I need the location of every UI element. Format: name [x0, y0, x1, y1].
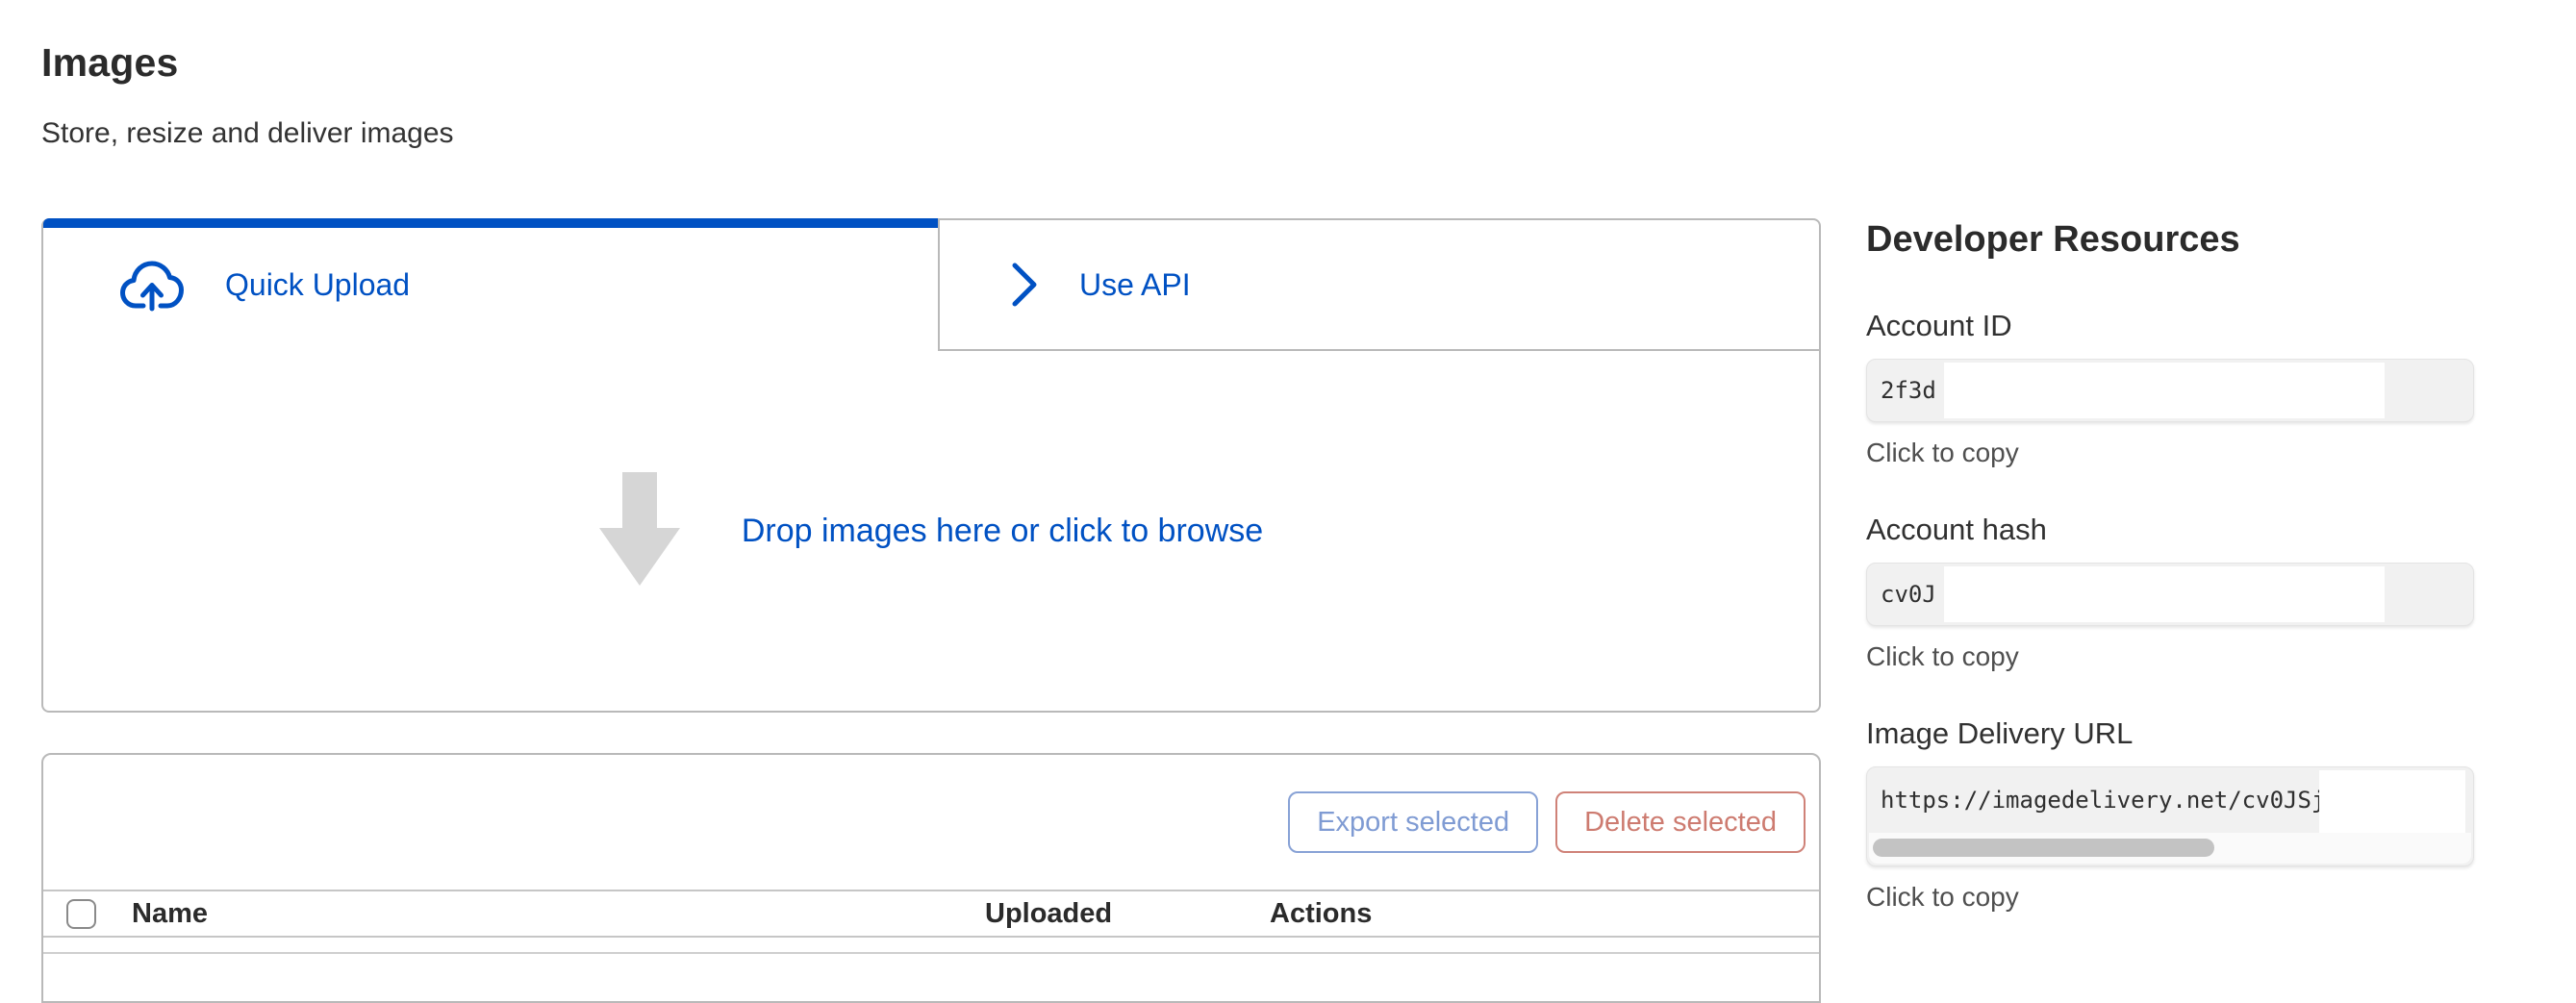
image-delivery-url-label: Image Delivery URL — [1866, 716, 2474, 751]
dropzone-label: Drop images here or click to browse — [742, 513, 1263, 550]
tab-quick-upload-label: Quick Upload — [225, 267, 410, 303]
account-id-value: 2f3d — [1867, 377, 1936, 404]
tab-use-api[interactable]: Use API — [938, 218, 1821, 351]
upload-dropzone[interactable]: Drop images here or click to browse — [41, 351, 1821, 713]
developer-resources-panel: Developer Resources Account ID 2f3d Clic… — [1866, 219, 2474, 957]
table-toolbar: Export selected Delete selected — [43, 755, 1819, 890]
account-hash-value: cv0J — [1867, 581, 1936, 608]
chevron-right-icon — [1010, 261, 1039, 309]
page-title: Images — [41, 40, 179, 86]
account-hash-field[interactable]: cv0J — [1866, 563, 2474, 626]
table-header-row: Name Uploaded Actions — [43, 890, 1819, 938]
tab-quick-upload[interactable]: Quick Upload — [41, 218, 938, 351]
account-id-copy-hint: Click to copy — [1866, 438, 2474, 468]
image-delivery-url-copy-hint: Click to copy — [1866, 882, 2474, 913]
column-header-name: Name — [132, 898, 208, 930]
cloud-upload-icon — [119, 258, 185, 312]
sidebar-title: Developer Resources — [1866, 219, 2474, 261]
active-tab-indicator — [43, 218, 938, 228]
arrow-down-icon — [599, 472, 680, 590]
column-header-actions: Actions — [1270, 898, 1372, 930]
redaction-overlay — [1944, 566, 2385, 622]
image-delivery-url-value: https://imagedelivery.net/cv0JSj — [1867, 787, 2325, 814]
account-id-field[interactable]: 2f3d — [1866, 359, 2474, 422]
account-hash-copy-hint: Click to copy — [1866, 641, 2474, 672]
images-table-card: Export selected Delete selected Name Upl… — [41, 753, 1821, 1003]
page-subtitle: Store, resize and deliver images — [41, 117, 454, 150]
redaction-overlay — [1944, 363, 2385, 418]
scrollbar-thumb[interactable] — [1873, 839, 2214, 857]
export-selected-button[interactable]: Export selected — [1288, 791, 1538, 853]
delete-selected-button[interactable]: Delete selected — [1555, 791, 1806, 853]
tab-bar: Quick Upload Use API — [41, 218, 1821, 351]
tab-use-api-label: Use API — [1079, 267, 1191, 303]
horizontal-scrollbar — [1869, 833, 2471, 864]
select-all-checkbox[interactable] — [66, 899, 96, 929]
account-hash-label: Account hash — [1866, 513, 2474, 547]
column-header-uploaded: Uploaded — [985, 898, 1112, 930]
account-id-label: Account ID — [1866, 309, 2474, 343]
image-delivery-url-field[interactable]: https://imagedelivery.net/cv0JSj — [1866, 766, 2474, 866]
